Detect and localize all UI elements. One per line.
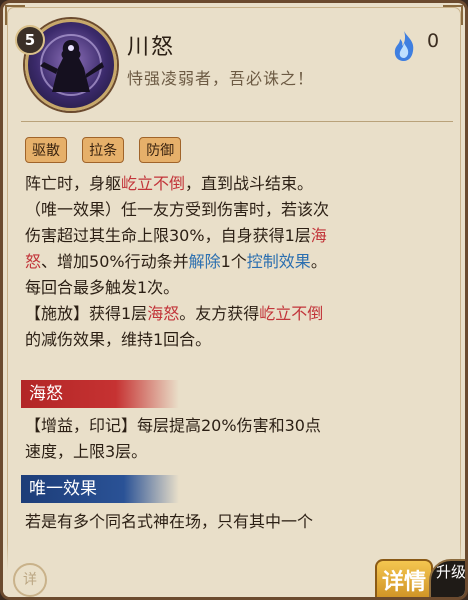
skill-description: 阵亡时，身躯屹立不倒，直到战斗结束。 （唯一效果）任一友方受到伤害时，若该次 伤… bbox=[25, 171, 453, 353]
keyword-remove[interactable]: 解除 bbox=[189, 252, 221, 271]
keyword-stand-firm[interactable]: 屹立不倒 bbox=[121, 174, 185, 193]
keyword-sea-fury[interactable]: 怒 bbox=[25, 252, 41, 271]
keyword-sea-fury[interactable]: 海 bbox=[311, 226, 327, 245]
section-title-sea-fury: 海怒 bbox=[21, 380, 179, 408]
skill-level-badge: 5 bbox=[15, 25, 45, 55]
desc-line: 伤害超过其生命上限30%，自身获得1层海 bbox=[25, 223, 453, 249]
skill-name: 川怒 bbox=[127, 35, 176, 60]
skill-tags: 驱散 拉条 防御 bbox=[25, 137, 191, 163]
tag-dispel: 驱散 bbox=[25, 137, 67, 163]
desc-text: 【施放】获得1层 bbox=[25, 304, 148, 323]
desc-line: 【施放】获得1层海怒。友方获得屹立不倒 bbox=[25, 301, 453, 327]
keyword-control-effect[interactable]: 控制效果 bbox=[247, 252, 311, 271]
keyword-stand-firm[interactable]: 屹立不倒 bbox=[259, 304, 323, 323]
desc-line: 【增益，印记】每层提高20%伤害和30点 bbox=[25, 416, 321, 435]
desc-line: （唯一效果）任一友方受到伤害时，若该次 bbox=[25, 197, 453, 223]
skill-header: 5 川怒 恃强凌弱者，吾必诛之！ 0 bbox=[3, 3, 465, 123]
unique-effect-description: 若是有多个同名式神在场，只有其中一个 bbox=[25, 512, 314, 531]
sea-fury-description: 【增益，印记】每层提高20%伤害和30点 速度，上限3层。 bbox=[25, 413, 453, 465]
header-divider bbox=[21, 121, 453, 122]
desc-text: 1个 bbox=[220, 252, 247, 271]
desc-text: 。友方获得 bbox=[179, 304, 260, 323]
blue-soul-fire-icon bbox=[394, 31, 414, 61]
tag-push-bar: 拉条 bbox=[82, 137, 125, 163]
desc-text: 阵亡时，身躯 bbox=[25, 174, 122, 193]
desc-text: 伤害超过其生命上限30%，自身获得1层 bbox=[25, 226, 311, 245]
tag-defense: 防御 bbox=[139, 137, 182, 163]
desc-text: 的减伤效果，维持1回合。 bbox=[25, 330, 212, 349]
skill-card: 5 川怒 恃强凌弱者，吾必诛之！ 0 驱散 拉条 防御 阵亡时，身躯屹立不倒，直… bbox=[0, 0, 468, 600]
section-title-unique-effect: 唯一效果 bbox=[21, 475, 179, 503]
detail-small-button[interactable]: 详 bbox=[13, 563, 47, 597]
upgrade-button[interactable]: 升级 bbox=[429, 559, 465, 597]
desc-line: 怒、增加50%行动条并解除1个控制效果。 bbox=[25, 249, 453, 275]
desc-line: 阵亡时，身躯屹立不倒，直到战斗结束。 bbox=[25, 171, 453, 197]
desc-line: 每回合最多触发1次。 bbox=[25, 275, 453, 301]
desc-text: 、增加50%行动条并 bbox=[41, 252, 189, 271]
desc-text: 。 bbox=[310, 252, 327, 271]
detail-button[interactable]: 详情 bbox=[375, 559, 433, 597]
desc-text: ，直到战斗结束。 bbox=[185, 174, 314, 193]
skill-quote: 恃强凌弱者，吾必诛之！ bbox=[127, 69, 315, 88]
keyword-sea-fury[interactable]: 海怒 bbox=[147, 304, 179, 323]
desc-text: （唯一效果）任一友方受到伤害时，若该次 bbox=[25, 200, 330, 219]
desc-line: 的减伤效果，维持1回合。 bbox=[25, 327, 453, 353]
skill-cost: 0 bbox=[427, 30, 440, 52]
desc-line: 速度，上限3层。 bbox=[25, 442, 148, 461]
desc-text: 每回合最多触发1次。 bbox=[25, 278, 180, 297]
